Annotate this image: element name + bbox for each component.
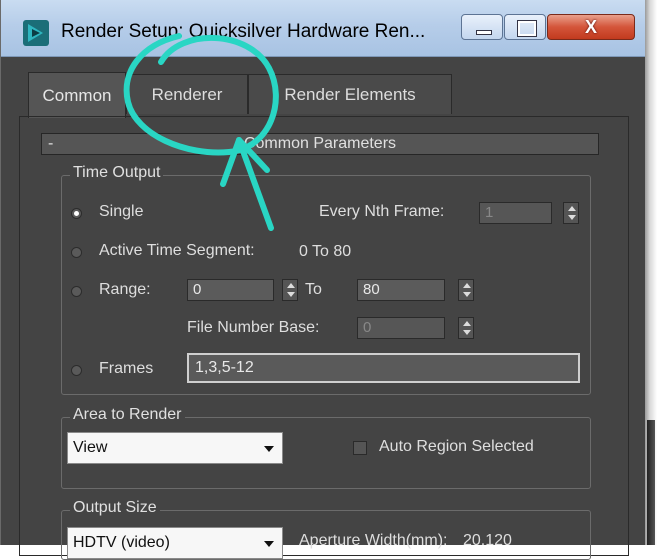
- maximize-button[interactable]: [504, 14, 546, 40]
- title-bar[interactable]: Render Setup: Quicksilver Hardware Ren..…: [1, 0, 646, 57]
- aperture-width-value: 20.120: [463, 532, 512, 549]
- every-nth-frame-label: Every Nth Frame:: [319, 203, 445, 220]
- every-nth-frame-field[interactable]: 1: [479, 202, 552, 224]
- active-time-segment-value: 0 To 80: [299, 243, 352, 260]
- frames-field[interactable]: 1,3,5-12: [187, 353, 580, 383]
- area-to-render-title: Area to Render: [70, 406, 185, 424]
- file-number-base-field[interactable]: 0: [357, 317, 445, 339]
- chevron-down-icon: [264, 541, 274, 547]
- frames-radio[interactable]: [71, 365, 82, 376]
- 3dsmax-app-icon: [23, 20, 49, 46]
- single-label: Single: [99, 203, 144, 220]
- output-size-dropdown[interactable]: HDTV (video): [67, 527, 283, 559]
- tab-strip: Common Renderer Render Elements: [1, 56, 646, 118]
- tab-renderer[interactable]: Renderer: [126, 74, 248, 114]
- auto-region-checkbox[interactable]: [353, 441, 367, 455]
- window-title: Render Setup: Quicksilver Hardware Ren..…: [61, 21, 426, 42]
- common-parameters-rollout[interactable]: - Common Parameters: [41, 133, 599, 155]
- area-to-render-dropdown[interactable]: View: [67, 432, 283, 464]
- background-window-edge: [645, 0, 657, 545]
- active-time-segment-radio[interactable]: [71, 247, 82, 258]
- close-button[interactable]: X: [547, 14, 635, 40]
- every-nth-frame-spinner[interactable]: [563, 202, 579, 224]
- output-size-title: Output Size: [70, 499, 160, 517]
- time-output-title: Time Output: [70, 164, 164, 182]
- active-time-segment-label: Active Time Segment:: [99, 242, 255, 259]
- file-number-base-spinner[interactable]: [458, 317, 474, 339]
- range-start-field[interactable]: 0: [187, 279, 274, 301]
- range-end-spinner[interactable]: [458, 279, 474, 301]
- frames-label: Frames: [99, 360, 154, 377]
- rollout-title: Common Parameters: [243, 135, 397, 152]
- single-radio[interactable]: [71, 208, 82, 219]
- range-start-spinner[interactable]: [282, 279, 298, 301]
- range-to-label: To: [305, 281, 322, 298]
- minimize-button[interactable]: [461, 14, 503, 40]
- auto-region-label: Auto Region Selected: [379, 438, 534, 455]
- close-icon: X: [584, 17, 597, 37]
- maximize-icon: [518, 21, 536, 36]
- area-to-render-value: View: [73, 439, 108, 456]
- output-size-value: HDTV (video): [73, 534, 170, 551]
- minimize-icon: [476, 30, 492, 35]
- range-radio[interactable]: [71, 286, 82, 297]
- file-number-base-label: File Number Base:: [187, 319, 320, 336]
- chevron-down-icon: [264, 446, 274, 452]
- tab-render-elements[interactable]: Render Elements: [248, 74, 452, 114]
- render-setup-window: Render Setup: Quicksilver Hardware Ren..…: [0, 0, 647, 560]
- tab-common[interactable]: Common: [28, 72, 126, 118]
- range-end-field[interactable]: 80: [357, 279, 445, 301]
- range-label: Range:: [99, 281, 151, 298]
- aperture-width-label: Aperture Width(mm):: [299, 532, 448, 549]
